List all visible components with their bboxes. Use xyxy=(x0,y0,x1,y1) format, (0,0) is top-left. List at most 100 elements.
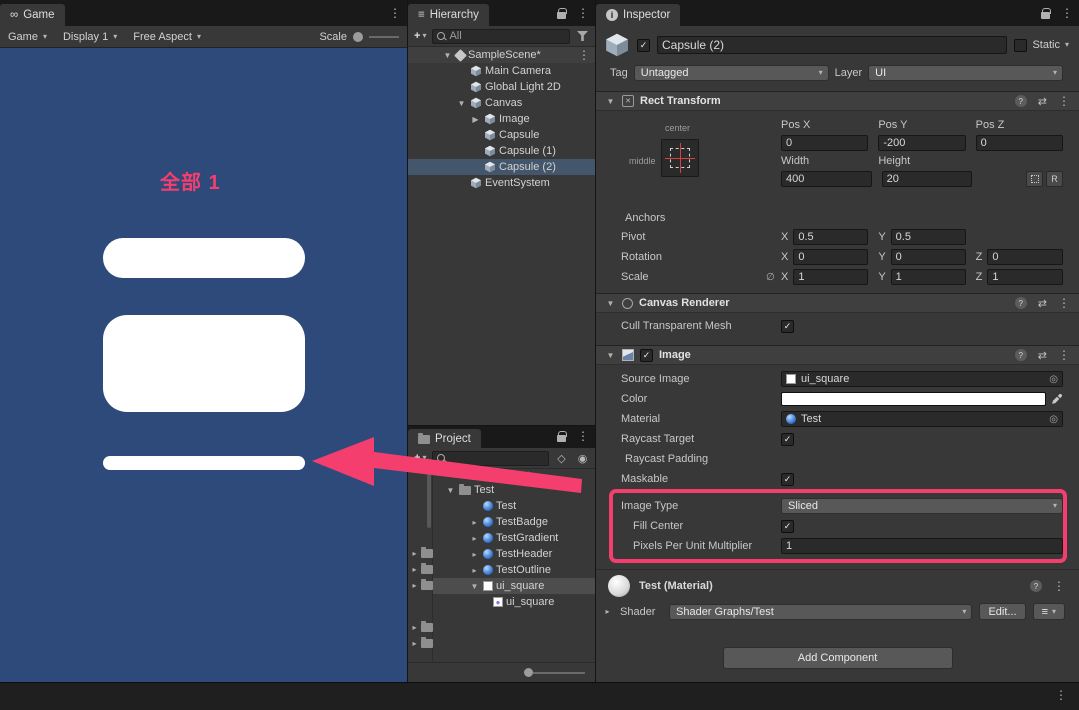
zoom-slider-knob[interactable] xyxy=(524,668,533,677)
project-create-button[interactable]: + ▾ xyxy=(412,452,428,464)
scale-y-field[interactable]: 1 xyxy=(891,269,966,285)
lock-icon[interactable] xyxy=(557,12,566,19)
foldout-open-icon[interactable]: ▼ xyxy=(456,99,467,108)
game-viewport[interactable]: 全部 1 xyxy=(0,48,407,682)
foldout-open-icon[interactable]: ▼ xyxy=(605,351,616,360)
search-by-type-button[interactable]: ◇ xyxy=(553,450,570,466)
project-item-test-shader[interactable]: Test xyxy=(433,498,595,514)
project-item-ui-square-sprite[interactable]: ui_square xyxy=(433,594,595,610)
image-enabled-checkbox[interactable]: ✓ xyxy=(640,349,653,362)
pivot-y-field[interactable]: 0.5 xyxy=(891,229,966,245)
folder-tree-item[interactable]: ▸ xyxy=(408,577,432,593)
ppu-field[interactable]: 1 xyxy=(781,538,1063,554)
shader-edit-button[interactable]: Edit... xyxy=(979,603,1025,620)
anchors-foldout-row[interactable]: ▸Anchors xyxy=(596,209,1079,227)
height-field[interactable]: 20 xyxy=(882,171,973,187)
hidden-packages-button[interactable]: ◉ xyxy=(574,450,591,466)
foldout-open-icon[interactable]: ▼ xyxy=(442,51,453,60)
scene-row[interactable]: ▼ SampleScene* ⋮ xyxy=(408,47,595,63)
arrow-right-icon[interactable]: ▸ xyxy=(469,550,480,559)
rotation-y-field[interactable]: 0 xyxy=(891,249,966,265)
project-tab-menu-icon[interactable]: ⋮ xyxy=(577,430,589,442)
project-item-test-folder[interactable]: ▼ Test xyxy=(433,482,595,498)
project-item-testoutline[interactable]: ▸ TestOutline xyxy=(433,562,595,578)
tab-game[interactable]: ∞ Game xyxy=(0,4,65,26)
lock-icon[interactable] xyxy=(557,435,566,442)
presets-icon[interactable]: ⇄ xyxy=(1038,297,1047,310)
eyedropper-icon[interactable] xyxy=(1051,393,1063,405)
material-field[interactable]: Test ◎ xyxy=(781,411,1063,427)
aspect-dropdown[interactable]: Free Aspect ▾ xyxy=(133,31,201,43)
hierarchy-item-canvas[interactable]: ▼ Canvas xyxy=(408,95,595,111)
layer-dropdown[interactable]: UI ▾ xyxy=(868,65,1063,81)
rotation-z-field[interactable]: 0 xyxy=(987,249,1063,265)
status-bar-menu-icon[interactable]: ⋮ xyxy=(1055,688,1067,702)
fill-center-checkbox[interactable]: ✓ xyxy=(781,520,794,533)
object-picker-icon[interactable]: ◎ xyxy=(1049,374,1058,385)
hierarchy-item-capsule[interactable]: Capsule xyxy=(408,127,595,143)
blend-values-button[interactable] xyxy=(1026,171,1043,187)
scale-slider-knob[interactable] xyxy=(353,32,363,42)
arrow-right-icon[interactable]: ▸ xyxy=(602,607,613,616)
hierarchy-search-input[interactable]: All xyxy=(432,29,570,44)
help-icon[interactable]: ? xyxy=(1015,349,1027,361)
folder-tree-item[interactable]: ▸ xyxy=(408,619,432,635)
pos-z-field[interactable]: 0 xyxy=(976,135,1063,151)
project-item-testgradient[interactable]: ▸ TestGradient xyxy=(433,530,595,546)
presets-icon[interactable]: ⇄ xyxy=(1038,95,1047,108)
tab-project[interactable]: Project xyxy=(408,429,481,448)
help-icon[interactable]: ? xyxy=(1015,297,1027,309)
folder-tree-item[interactable]: ▸ xyxy=(408,635,432,651)
inspector-tab-menu-icon[interactable]: ⋮ xyxy=(1061,7,1073,19)
zoom-slider-track[interactable] xyxy=(533,672,585,674)
raycast-padding-row[interactable]: ▸Raycast Padding xyxy=(596,449,1079,469)
arrow-right-icon[interactable]: ▸ xyxy=(469,534,480,543)
hierarchy-create-button[interactable]: + ▾ xyxy=(412,30,428,42)
foldout-open-icon[interactable]: ▼ xyxy=(605,299,616,308)
component-menu-icon[interactable]: ⋮ xyxy=(1058,297,1070,309)
image-header[interactable]: ▼ ✓ Image ? ⇄ ⋮ xyxy=(596,345,1079,365)
game-tab-menu-icon[interactable]: ⋮ xyxy=(389,7,401,19)
game-mode-dropdown[interactable]: Game ▾ xyxy=(8,31,47,43)
hierarchy-item-main-camera[interactable]: Main Camera xyxy=(408,63,595,79)
component-menu-icon[interactable]: ⋮ xyxy=(1053,580,1065,592)
link-off-icon[interactable]: ∅ xyxy=(766,272,775,283)
help-icon[interactable]: ? xyxy=(1015,95,1027,107)
pivot-x-field[interactable]: 0.5 xyxy=(793,229,868,245)
tab-inspector[interactable]: i Inspector xyxy=(596,4,680,26)
scrollbar[interactable] xyxy=(427,472,431,528)
color-swatch[interactable] xyxy=(781,392,1046,406)
raycast-target-checkbox[interactable]: ✓ xyxy=(781,433,794,446)
hierarchy-item-capsule-1[interactable]: Capsule (1) xyxy=(408,143,595,159)
lock-icon[interactable] xyxy=(1041,12,1050,19)
canvas-renderer-header[interactable]: ▼ Canvas Renderer ? ⇄ ⋮ xyxy=(596,293,1079,313)
scale-z-field[interactable]: 1 xyxy=(987,269,1063,285)
folder-tree-item[interactable]: ▸ xyxy=(408,561,432,577)
foldout-closed-icon[interactable]: ▶ xyxy=(470,115,481,124)
hierarchy-filter-button[interactable] xyxy=(574,28,591,44)
folder-tree-item[interactable]: ▸ xyxy=(408,545,432,561)
hierarchy-item-eventsystem[interactable]: EventSystem xyxy=(408,175,595,191)
object-name-field[interactable]: Capsule (2) xyxy=(657,36,1007,54)
pos-x-field[interactable]: 0 xyxy=(781,135,868,151)
shader-dropdown[interactable]: Shader Graphs/Test ▾ xyxy=(669,604,972,620)
tag-dropdown[interactable]: Untagged ▾ xyxy=(634,65,829,81)
display-dropdown[interactable]: Display 1 ▾ xyxy=(63,31,117,43)
source-image-field[interactable]: ui_square ◎ xyxy=(781,371,1063,387)
add-component-button[interactable]: Add Component xyxy=(723,647,953,669)
shader-menu-button[interactable]: ≡ ▾ xyxy=(1033,603,1065,620)
rotation-x-field[interactable]: 0 xyxy=(793,249,868,265)
hierarchy-item-image[interactable]: ▶ Image xyxy=(408,111,595,127)
project-item-partial[interactable]: Test xyxy=(433,469,595,482)
anchor-preset-widget[interactable]: center middle xyxy=(621,119,781,205)
foldout-open-icon[interactable]: ▼ xyxy=(469,582,480,591)
rect-transform-header[interactable]: ▼ ✕ Rect Transform ? ⇄ ⋮ xyxy=(596,91,1079,111)
hierarchy-tab-menu-icon[interactable]: ⋮ xyxy=(577,7,589,19)
scene-menu-icon[interactable]: ⋮ xyxy=(578,49,590,61)
arrow-right-icon[interactable]: ▸ xyxy=(469,566,480,575)
object-picker-icon[interactable]: ◎ xyxy=(1049,414,1058,425)
presets-icon[interactable]: ⇄ xyxy=(1038,349,1047,362)
pos-y-field[interactable]: -200 xyxy=(878,135,965,151)
component-menu-icon[interactable]: ⋮ xyxy=(1058,349,1070,361)
arrow-right-icon[interactable]: ▸ xyxy=(469,518,480,527)
